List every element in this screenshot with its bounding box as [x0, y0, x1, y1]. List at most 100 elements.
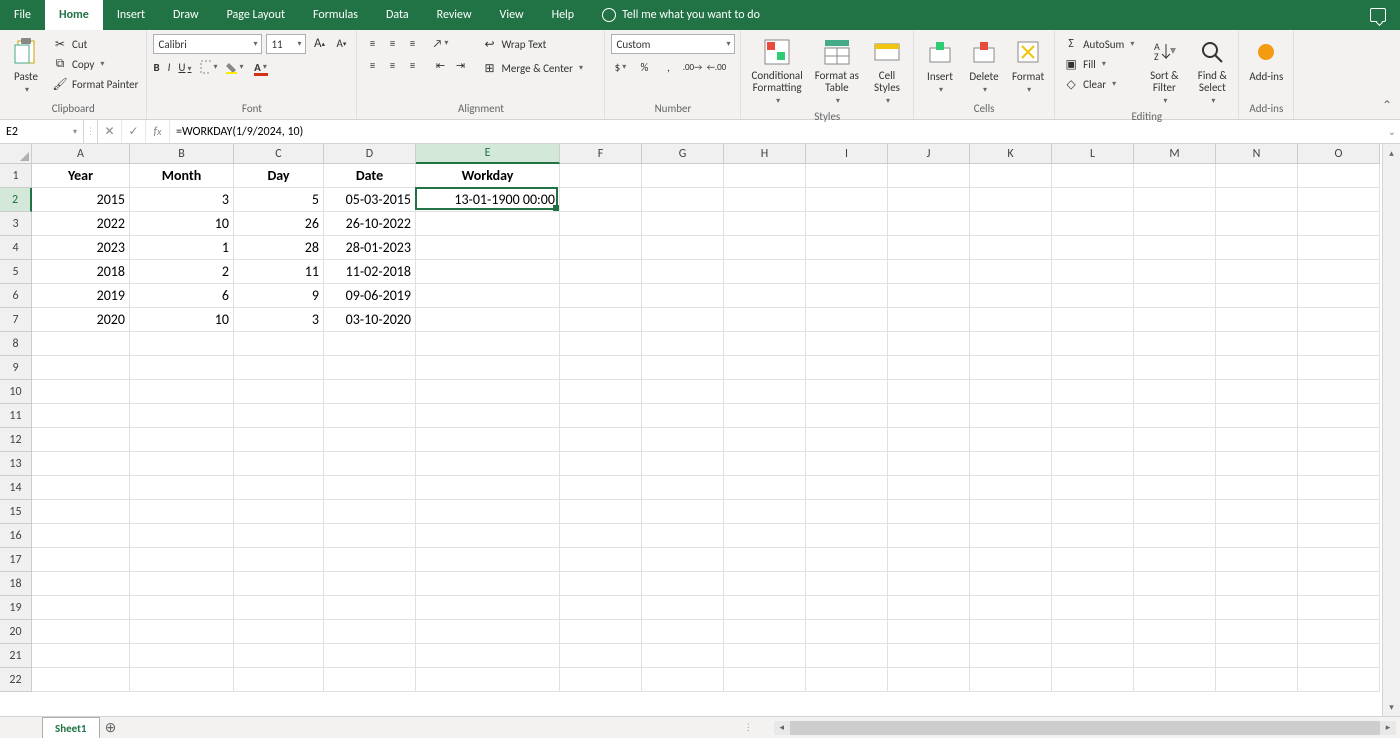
cell[interactable]: Day	[234, 164, 324, 188]
cell[interactable]: 3	[234, 308, 324, 332]
cell[interactable]	[970, 644, 1052, 668]
cell[interactable]	[324, 668, 416, 692]
underline-button[interactable]: U	[178, 61, 191, 74]
cell[interactable]	[642, 308, 724, 332]
cell[interactable]	[1052, 332, 1134, 356]
row-header[interactable]: 5	[0, 260, 32, 284]
cell[interactable]	[888, 476, 970, 500]
cell[interactable]	[1134, 644, 1216, 668]
column-header[interactable]: K	[970, 144, 1052, 164]
cell[interactable]	[888, 380, 970, 404]
cell[interactable]	[324, 620, 416, 644]
cell[interactable]	[130, 500, 234, 524]
row-header[interactable]: 20	[0, 620, 32, 644]
cell[interactable]	[1298, 644, 1380, 668]
cell[interactable]	[1052, 596, 1134, 620]
increase-indent-icon[interactable]: ⇥	[451, 56, 469, 74]
cell[interactable]	[1052, 284, 1134, 308]
cell[interactable]	[724, 356, 806, 380]
cell[interactable]	[970, 308, 1052, 332]
cell[interactable]: 09-06-2019	[324, 284, 416, 308]
cell[interactable]	[1134, 332, 1216, 356]
cell[interactable]	[642, 668, 724, 692]
cell[interactable]	[1216, 284, 1298, 308]
cell[interactable]	[324, 476, 416, 500]
cell[interactable]	[416, 668, 560, 692]
cell[interactable]	[234, 380, 324, 404]
cell[interactable]	[1134, 548, 1216, 572]
cell[interactable]	[32, 332, 130, 356]
cell[interactable]	[642, 476, 724, 500]
cell[interactable]	[416, 524, 560, 548]
cell[interactable]	[32, 500, 130, 524]
row-header[interactable]: 13	[0, 452, 32, 476]
cell[interactable]	[642, 572, 724, 596]
cell[interactable]	[234, 452, 324, 476]
cell[interactable]: 6	[130, 284, 234, 308]
cell[interactable]	[1216, 188, 1298, 212]
cell[interactable]	[642, 164, 724, 188]
cell[interactable]	[806, 380, 888, 404]
cell[interactable]	[806, 668, 888, 692]
cell[interactable]	[560, 572, 642, 596]
cell[interactable]	[324, 500, 416, 524]
cell[interactable]: 5	[234, 188, 324, 212]
cell[interactable]	[724, 308, 806, 332]
cell[interactable]	[1052, 380, 1134, 404]
cell[interactable]	[130, 428, 234, 452]
cell[interactable]	[642, 260, 724, 284]
cell[interactable]	[234, 620, 324, 644]
scroll-left-icon[interactable]: ◂	[774, 722, 790, 733]
cell[interactable]	[130, 404, 234, 428]
cell[interactable]	[724, 596, 806, 620]
cell[interactable]	[1298, 332, 1380, 356]
cell[interactable]	[642, 548, 724, 572]
cell[interactable]	[888, 428, 970, 452]
cell[interactable]	[560, 428, 642, 452]
fill-button[interactable]: ▣Fill	[1061, 54, 1136, 74]
cell[interactable]	[1134, 500, 1216, 524]
row-header[interactable]: 6	[0, 284, 32, 308]
horizontal-scrollbar[interactable]: ◂ ▸	[774, 721, 1396, 735]
cell[interactable]	[642, 596, 724, 620]
format-painter-button[interactable]: 🖌Format Painter	[50, 74, 140, 94]
cell[interactable]	[1052, 548, 1134, 572]
cell[interactable]	[1298, 476, 1380, 500]
cell[interactable]	[806, 596, 888, 620]
cell[interactable]	[416, 284, 560, 308]
percent-format-icon[interactable]: %	[635, 58, 653, 76]
cell[interactable]	[1298, 380, 1380, 404]
cell[interactable]	[642, 356, 724, 380]
cell[interactable]	[560, 524, 642, 548]
row-header[interactable]: 11	[0, 404, 32, 428]
cell[interactable]	[806, 212, 888, 236]
cell[interactable]	[642, 332, 724, 356]
cell[interactable]	[560, 500, 642, 524]
font-name-combo[interactable]: Calibri▾	[153, 34, 262, 54]
cell[interactable]	[130, 644, 234, 668]
cell[interactable]	[1052, 644, 1134, 668]
copy-button[interactable]: ⧉Copy	[50, 54, 140, 74]
cell[interactable]	[724, 164, 806, 188]
cell[interactable]	[724, 644, 806, 668]
cell[interactable]	[642, 236, 724, 260]
cell[interactable]	[560, 644, 642, 668]
cell[interactable]	[1216, 644, 1298, 668]
menu-formulas[interactable]: Formulas	[299, 0, 372, 30]
comment-icon[interactable]	[1370, 8, 1386, 22]
cell[interactable]	[1134, 620, 1216, 644]
cell[interactable]	[416, 572, 560, 596]
column-header[interactable]: N	[1216, 144, 1298, 164]
cell[interactable]	[234, 572, 324, 596]
cell[interactable]	[1052, 260, 1134, 284]
add-sheet-button[interactable]: ⊕	[100, 717, 122, 739]
cell[interactable]	[1052, 668, 1134, 692]
cell[interactable]: 3	[130, 188, 234, 212]
cell[interactable]	[806, 404, 888, 428]
cell[interactable]	[806, 476, 888, 500]
expand-formula-bar-icon[interactable]: ⌄	[1384, 125, 1400, 138]
cell[interactable]	[560, 596, 642, 620]
cell[interactable]	[806, 620, 888, 644]
cell[interactable]	[1134, 404, 1216, 428]
column-header[interactable]: M	[1134, 144, 1216, 164]
